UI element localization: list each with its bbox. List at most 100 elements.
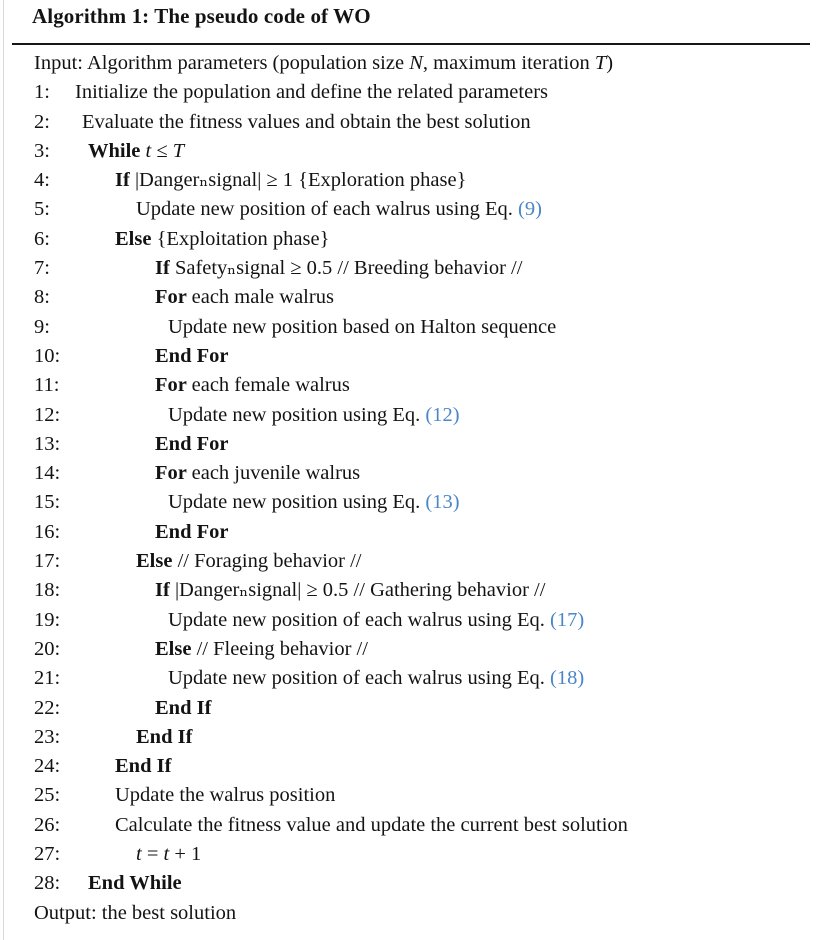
input-line-segment: T (594, 52, 607, 74)
step-text: Calculate the fitness value and update t… (115, 811, 628, 840)
step-number: 20: (34, 637, 61, 660)
step-number: 10: (34, 344, 61, 367)
step-text: For each female walrus (155, 371, 350, 400)
equation-reference[interactable]: (9) (518, 198, 542, 220)
step-text-segment: For (155, 374, 192, 397)
step-text: Evaluate the fitness values and obtain t… (82, 108, 531, 137)
step-text-segment: End If (136, 725, 193, 748)
algorithm-step-row: 27: t = t + 1 (0, 840, 823, 869)
step-text-segment: End For (155, 520, 229, 543)
equation-reference[interactable]: (12) (425, 404, 459, 426)
algorithm-body: Input: Algorithm parameters (population … (0, 49, 823, 928)
algorithm-step-row: 18: If |Dangerₙsignal| ≥ 0.5 // Gathering… (0, 576, 823, 605)
step-text-segment: End While (88, 872, 182, 895)
step-text: Update new position using Eq. (12) (168, 401, 460, 430)
step-number: 16: (34, 520, 61, 543)
algorithm-step-row: 3: While t ≤ T (0, 137, 823, 166)
algorithm-step-row: 6: Else {Exploitation phase} (0, 225, 823, 254)
equation-reference[interactable]: (13) (425, 491, 459, 513)
step-text-segment: Update new position of each walrus using… (168, 608, 551, 631)
title-divider (12, 43, 810, 45)
step-text: If Safetyₙsignal ≥ 0.5 // Breeding behav… (155, 254, 522, 283)
step-text-segment: |Dangerₙsignal| ≥ 1 {Exploration phase} (134, 169, 467, 192)
algorithm-step-row: 11: For each female walrus (0, 371, 823, 400)
step-text-segment: each male walrus (191, 286, 334, 309)
step-text: Update new position of each walrus using… (168, 664, 584, 693)
step-text: Else // Fleeing behavior // (155, 635, 368, 664)
step-text: Else {Exploitation phase} (115, 225, 329, 254)
algorithm-title: Algorithm 1: The pseudo code of WO (32, 4, 371, 28)
algorithm-step-row: 25: Update the walrus position (0, 781, 823, 810)
step-text-segment: |Dangerₙsignal| ≥ 0.5 // Gathering behav… (174, 579, 546, 602)
step-number: 7: (34, 257, 50, 280)
step-text: For each male walrus (155, 283, 334, 312)
algorithm-steps-list: 1: Initialize the population and define t… (0, 78, 823, 898)
algorithm-step-row: 19: Update new position of each walrus us… (0, 606, 823, 635)
step-text-segment: If (155, 257, 175, 280)
output-line-text: Output: the best solution (34, 899, 236, 928)
algorithm-step-row: 16: End For (0, 518, 823, 547)
step-number: 1: (34, 81, 50, 104)
output-line-segment: Output: the best solution (34, 901, 237, 924)
step-text-segment: {Exploitation phase} (156, 227, 330, 250)
algorithm-step-row: 4: If |Dangerₙsignal| ≥ 1 {Exploration ph… (0, 166, 823, 195)
algorithm-step-row: 2: Evaluate the fitness values and obtain… (0, 108, 823, 137)
step-text: Initialize the population and define the… (75, 78, 548, 107)
step-text-segment: Update new position of each walrus using… (168, 667, 551, 690)
algorithm-step-row: 9: Update new position based on Halton se… (0, 313, 823, 342)
step-text-segment: End For (155, 432, 229, 455)
algorithm-input-line: Input: Algorithm parameters (population … (0, 49, 823, 78)
algorithm-step-row: 10: End For (0, 342, 823, 371)
algorithm-step-row: 23: End If (0, 723, 823, 752)
step-text: End While (88, 869, 182, 898)
step-text-segment: Update new position of each walrus using… (136, 198, 519, 221)
step-number: 21: (34, 667, 61, 690)
step-number: 12: (34, 403, 61, 426)
step-number: 17: (34, 550, 61, 573)
step-text-segment: + 1 (169, 843, 202, 866)
algorithm-step-row: 8: For each male walrus (0, 283, 823, 312)
step-text-segment: Update new position using Eq. (168, 403, 426, 426)
step-text-segment: For (155, 286, 192, 309)
step-text: Update new position based on Halton sequ… (168, 313, 556, 342)
step-text-segment: Else (136, 550, 178, 573)
algorithm-step-row: 14: For each juvenile walrus (0, 459, 823, 488)
step-text-segment: ≤ (151, 139, 173, 162)
step-text-segment: Else (155, 637, 197, 660)
step-text: End If (155, 694, 211, 723)
step-text: End For (155, 518, 228, 547)
step-text: End For (155, 430, 228, 459)
step-number: 27: (34, 843, 61, 866)
algorithm-step-row: 12: Update new position using Eq. (12) (0, 401, 823, 430)
equation-reference[interactable]: (17) (550, 609, 584, 631)
algorithm-step-row: 7: If Safetyₙsignal ≥ 0.5 // Breeding beh… (0, 254, 823, 283)
input-line-segment: Input: Algorithm parameters (population … (34, 52, 410, 74)
step-number: 13: (34, 432, 61, 455)
equation-reference[interactable]: (18) (550, 667, 584, 689)
step-text-segment: While (88, 139, 146, 162)
step-text-segment: // Foraging behavior // (177, 550, 362, 573)
algorithm-step-row: 21: Update new position of each walrus us… (0, 664, 823, 693)
step-text-segment: each female walrus (191, 374, 350, 397)
step-number: 2: (34, 110, 50, 133)
step-text: Update new position of each walrus using… (168, 606, 584, 635)
step-number: 22: (34, 696, 61, 719)
algorithm-step-row: 1: Initialize the population and define t… (0, 78, 823, 107)
step-number: 28: (34, 872, 61, 895)
step-text: Update new position using Eq. (13) (168, 488, 460, 517)
step-text-segment: For (155, 462, 192, 485)
step-text: End For (155, 342, 228, 371)
step-number: 9: (34, 315, 50, 338)
algorithm-step-row: 20: Else // Fleeing behavior // (0, 635, 823, 664)
step-number: 14: (34, 462, 61, 485)
step-number: 6: (34, 227, 50, 250)
step-text-segment: T (172, 139, 185, 162)
algorithm-step-row: 22: End If (0, 694, 823, 723)
step-number: 4: (34, 169, 50, 192)
step-number: 18: (34, 579, 61, 602)
step-text-segment: If (115, 169, 135, 192)
step-text: End If (115, 752, 171, 781)
input-line-segment: N (409, 52, 423, 74)
step-number: 24: (34, 755, 61, 778)
step-text-segment: End For (155, 344, 229, 367)
